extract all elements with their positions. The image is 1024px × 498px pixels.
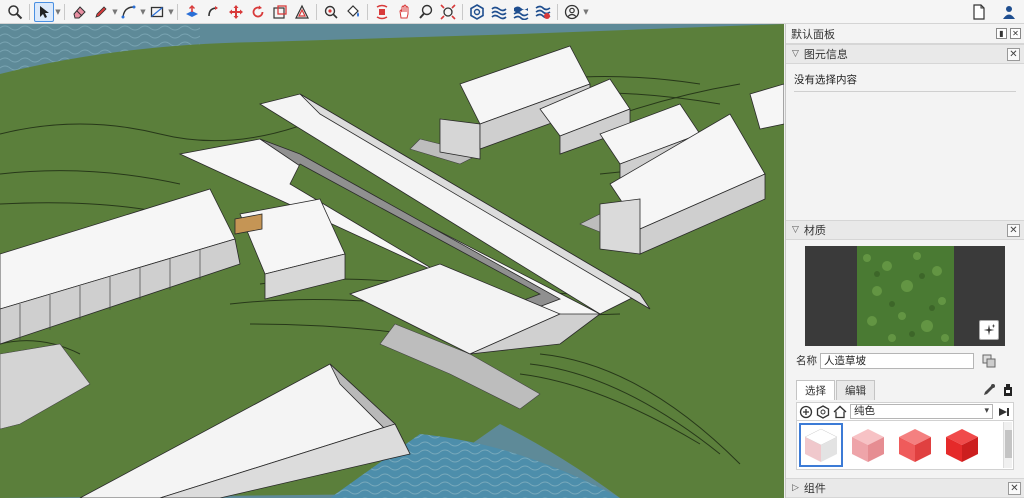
pencil-icon[interactable] — [91, 2, 111, 22]
toolbar-divider — [29, 3, 30, 20]
swatch-coral[interactable] — [893, 423, 937, 467]
select-tool-icon[interactable] — [34, 1, 54, 22]
duplicate-material-icon[interactable] — [982, 354, 996, 368]
default-tray: 默认面板 ▮ ✕ ▽ 图元信息 ✕ 没有选择内容 ▽ 材质 ✕ 名称 人造草坡 … — [785, 24, 1024, 498]
close-icon[interactable]: ✕ — [1007, 48, 1020, 61]
scale-icon[interactable] — [270, 2, 290, 22]
materials-header[interactable]: ▽ 材质 ✕ — [786, 220, 1024, 240]
move-icon[interactable] — [226, 2, 246, 22]
arc-icon[interactable] — [119, 2, 139, 22]
close-icon[interactable]: ✕ — [1007, 224, 1020, 237]
toolbar-divider — [316, 3, 317, 20]
extension-icon[interactable] — [533, 2, 553, 22]
chevron-down-icon[interactable]: ▼ — [140, 2, 146, 22]
3d-viewport[interactable] — [0, 24, 784, 498]
swatches-scrollbar[interactable] — [1003, 422, 1012, 468]
rectangle-icon[interactable] — [147, 2, 167, 22]
swatch-red[interactable] — [940, 423, 984, 467]
components-title: 组件 — [803, 482, 826, 495]
toolbar-divider — [177, 3, 178, 20]
chevron-down-icon[interactable]: ▼ — [583, 2, 589, 22]
paint-bucket-icon[interactable] — [1002, 383, 1014, 397]
no-selection-text: 没有选择内容 — [794, 72, 1016, 92]
pan-icon[interactable] — [394, 2, 414, 22]
entity-info-header[interactable]: ▽ 图元信息 ✕ — [786, 44, 1024, 64]
pin-icon[interactable]: ▮ — [996, 28, 1007, 39]
terrain-icon[interactable] — [511, 2, 531, 22]
material-name-row: 名称 人造草坡 — [796, 352, 1014, 369]
material-name-field[interactable]: 人造草坡 — [820, 352, 974, 369]
eyedropper-icon[interactable] — [982, 383, 996, 397]
sandbox-icon[interactable] — [489, 2, 509, 22]
chevron-down-icon[interactable]: ▼ — [168, 2, 174, 22]
close-icon[interactable]: ✕ — [1010, 28, 1021, 39]
rotate-icon[interactable] — [248, 2, 268, 22]
material-swatches — [796, 420, 1014, 470]
components-header[interactable]: ▷ 组件 ✕ — [786, 478, 1024, 498]
chevron-down-icon[interactable]: ▼ — [112, 2, 118, 22]
swatch-white[interactable] — [799, 423, 843, 467]
push-pull-icon[interactable] — [182, 2, 202, 22]
search-icon[interactable] — [5, 2, 25, 22]
offset-icon[interactable] — [292, 2, 312, 22]
model-scene — [0, 24, 784, 498]
eraser-icon[interactable] — [69, 2, 89, 22]
chevron-down-icon: ▽ — [792, 49, 799, 59]
tape-measure-icon[interactable] — [321, 2, 341, 22]
tray-title-bar: 默认面板 ▮ ✕ — [786, 24, 1024, 44]
materials-body: 名称 人造草坡 选择 编辑 纯色 — [786, 240, 1024, 476]
tab-select[interactable]: 选择 — [796, 380, 835, 400]
details-arrow-icon[interactable] — [996, 405, 1010, 419]
toolbar-divider — [367, 3, 368, 20]
toolbar-divider — [462, 3, 463, 20]
tray-title: 默认面板 — [791, 27, 835, 41]
user-profile-icon[interactable] — [999, 2, 1019, 22]
chevron-down-icon[interactable]: ▼ — [55, 2, 61, 22]
paint-bucket-icon[interactable] — [343, 2, 363, 22]
materials-title: 材质 — [803, 224, 826, 237]
account-icon[interactable] — [562, 2, 582, 22]
toolbar-divider — [557, 3, 558, 20]
orbit-icon[interactable] — [372, 2, 392, 22]
material-name-label: 名称 — [796, 355, 817, 367]
zoom-extents-icon[interactable] — [438, 2, 458, 22]
grass-texture — [857, 246, 954, 346]
home-icon[interactable] — [833, 405, 847, 419]
swatch-pink[interactable] — [846, 423, 890, 467]
follow-me-icon[interactable] — [204, 2, 224, 22]
entity-info-title: 图元信息 — [803, 48, 848, 61]
3d-warehouse-icon[interactable] — [467, 2, 487, 22]
close-icon[interactable]: ✕ — [1008, 482, 1021, 495]
material-preview — [805, 246, 1005, 346]
back-icon[interactable] — [799, 405, 813, 419]
material-library-row: 纯色 — [796, 402, 1014, 420]
zoom-icon[interactable] — [416, 2, 436, 22]
create-material-icon[interactable] — [979, 320, 999, 340]
model-materials-icon[interactable] — [816, 404, 830, 419]
toolbar-divider — [64, 3, 65, 20]
material-library-select[interactable]: 纯色 — [850, 404, 993, 419]
main-toolbar: ▼ ▼ ▼ ▼ ▼ — [0, 0, 1024, 24]
toolbar-right — [968, 2, 1020, 22]
document-icon[interactable] — [969, 2, 989, 22]
chevron-right-icon: ▷ — [792, 483, 799, 493]
entity-info-body: 没有选择内容 — [786, 64, 1024, 220]
chevron-down-icon: ▽ — [792, 225, 799, 235]
tab-edit[interactable]: 编辑 — [836, 380, 875, 400]
material-tabs: 选择 编辑 — [796, 380, 1014, 400]
